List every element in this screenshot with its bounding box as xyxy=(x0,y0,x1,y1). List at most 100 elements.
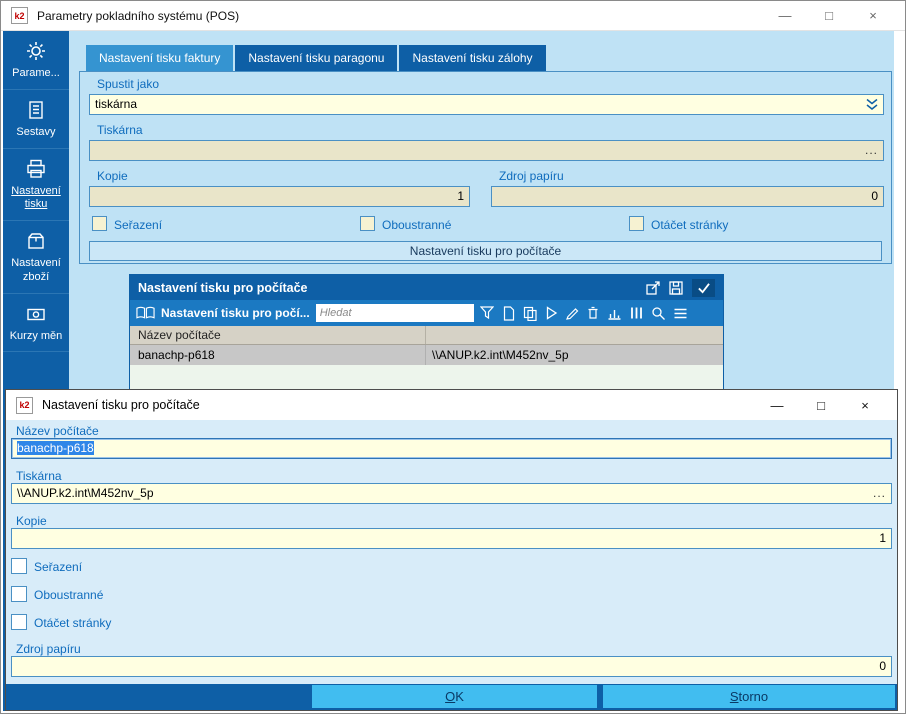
computers-settings-button[interactable]: Nastavení tisku pro počítače xyxy=(89,241,882,261)
print-tabs: Nastavení tisku faktury Nastavení tisku … xyxy=(86,45,546,71)
dialog-tiskarna-label: Tiskárna xyxy=(16,469,62,483)
computers-panel-titlebar: Nastavení tisku pro počítače xyxy=(130,275,723,300)
dialog-close-icon[interactable]: × xyxy=(843,398,887,413)
confirm-icon[interactable] xyxy=(692,278,715,297)
zdroj-papiru-input[interactable]: 0 xyxy=(491,186,884,207)
spustit-jako-input[interactable]: tiskárna xyxy=(89,94,884,115)
window-titlebar: k2 Parametry pokladního systému (POS) — … xyxy=(1,1,905,31)
dialog-tiskarna-value: \\ANUP.k2.int\M452nv_5p xyxy=(17,486,154,500)
save-icon[interactable] xyxy=(669,280,683,295)
spustit-jako-value: tiskárna xyxy=(95,97,138,111)
serazeni-checkbox[interactable] xyxy=(92,216,107,231)
tab-nastaveni-tisku-paragonu[interactable]: Nastavení tisku paragonu xyxy=(235,45,398,71)
print-settings-form: Spustit jako tiskárna Tiskárna ... Kopie… xyxy=(79,71,892,264)
dialog-minimize-icon[interactable]: — xyxy=(755,398,799,413)
chevron-down-icon[interactable] xyxy=(865,98,879,117)
window-controls: — □ × xyxy=(763,8,895,23)
dialog-serazeni-label: Seřazení xyxy=(34,560,83,574)
dialog-oboustranne-checkbox[interactable] xyxy=(11,586,27,602)
dialog-icon-text: k2 xyxy=(19,400,30,410)
toolbar-actions xyxy=(502,305,688,321)
table-row[interactable]: banachp-p618 \\ANUP.k2.int\M452nv_5p xyxy=(130,345,723,365)
menu-icon[interactable] xyxy=(673,307,688,320)
kopie-label: Kopie xyxy=(97,169,128,183)
dialog-zdroj-label: Zdroj papíru xyxy=(16,642,81,656)
popup-icon[interactable] xyxy=(646,280,660,295)
sidebar-item-label: Kurzy měn xyxy=(9,329,63,342)
dialog-button-bar: OK Storno xyxy=(6,684,897,710)
dialog-controls: — □ × xyxy=(755,398,887,413)
panel-title-icons xyxy=(646,278,715,297)
currency-icon xyxy=(25,303,47,325)
dialog-oboustranne-label: Oboustranné xyxy=(34,588,104,602)
dialog-serazeni-checkbox[interactable] xyxy=(11,558,27,574)
nazev-pocitace-label: Název počítače xyxy=(16,424,99,438)
sidebar-item-label: Sestavy xyxy=(16,125,56,138)
tiskarna-input[interactable]: ... xyxy=(89,140,884,161)
storno-button[interactable]: Storno xyxy=(603,685,895,708)
grid-header-computer[interactable]: Název počítače xyxy=(130,326,426,344)
tab-nastaveni-tisku-faktury[interactable]: Nastavení tisku faktury xyxy=(86,45,234,71)
sidebar-item-kurzy-men[interactable]: Kurzy měn xyxy=(3,294,69,353)
maximize-icon[interactable]: □ xyxy=(807,8,851,23)
otacet-stranky-label: Otáčet stránky xyxy=(651,218,729,232)
browse-button[interactable]: ... xyxy=(865,141,878,160)
computers-panel-toolbar: Nastavení tisku pro počí... xyxy=(130,300,723,326)
copy-icon[interactable] xyxy=(523,306,538,321)
oboustranne-label: Oboustranné xyxy=(382,218,452,232)
tiskarna-label: Tiskárna xyxy=(97,123,143,137)
app-icon: k2 xyxy=(11,7,28,24)
sidebar-item-sestavy[interactable]: Sestavy xyxy=(3,90,69,149)
book-icon xyxy=(136,306,155,320)
oboustranne-checkbox[interactable] xyxy=(360,216,375,231)
columns-icon[interactable] xyxy=(629,306,644,320)
close-icon[interactable]: × xyxy=(851,8,895,23)
sidebar-item-label: Nastavení zboží xyxy=(11,257,61,283)
dialog-kopie-input[interactable]: 1 xyxy=(11,528,892,549)
delete-icon[interactable] xyxy=(586,306,600,320)
dialog-zdroj-input[interactable]: 0 xyxy=(11,656,892,677)
edit-icon[interactable] xyxy=(565,306,579,320)
chart-icon[interactable] xyxy=(607,306,622,320)
dialog-kopie-label: Kopie xyxy=(16,514,47,528)
computers-panel-title: Nastavení tisku pro počítače xyxy=(138,280,308,295)
zdroj-papiru-label: Zdroj papíru xyxy=(499,169,564,183)
ok-button[interactable]: OK xyxy=(312,685,597,708)
sidebar-item-nastaveni-zbozi[interactable]: Nastavení zboží xyxy=(3,221,69,294)
app-icon-text: k2 xyxy=(14,10,25,21)
reports-icon xyxy=(25,99,47,121)
dialog-otacet-stranky-label: Otáčet stránky xyxy=(34,616,112,630)
dialog-icon: k2 xyxy=(16,396,33,414)
goods-icon xyxy=(25,230,47,252)
sidebar-item-label: Parame... xyxy=(12,67,60,79)
minimize-icon[interactable]: — xyxy=(763,8,807,23)
kopie-input[interactable]: 1 xyxy=(89,186,470,207)
serazeni-label: Seřazení xyxy=(114,218,163,232)
app-window: k2 Parametry pokladního systému (POS) — … xyxy=(0,0,906,714)
dialog-tiskarna-input[interactable]: \\ANUP.k2.int\M452nv_5p ... xyxy=(11,483,892,504)
dialog-browse-button[interactable]: ... xyxy=(873,484,886,503)
grid-header: Název počítače xyxy=(130,326,723,345)
tab-nastaveni-tisku-zalohy[interactable]: Nastavení tisku zálohy xyxy=(399,45,546,71)
otacet-stranky-checkbox[interactable] xyxy=(629,216,644,231)
window-title: Parametry pokladního systému (POS) xyxy=(37,8,240,23)
filter-icon[interactable] xyxy=(479,306,494,320)
sidebar-item-parametry[interactable]: Parame... xyxy=(3,31,69,90)
cell-computer: banachp-p618 xyxy=(130,345,426,365)
printer-icon xyxy=(25,158,47,180)
search-settings-icon[interactable] xyxy=(651,306,666,321)
dialog-maximize-icon[interactable]: □ xyxy=(799,398,843,413)
dialog-title: Nastavení tisku pro počítače xyxy=(42,398,200,412)
computer-print-dialog: k2 Nastavení tisku pro počítače — □ × Ná… xyxy=(5,389,898,711)
nazev-pocitace-input[interactable]: banachp-p618 xyxy=(11,438,892,459)
cell-printer: \\ANUP.k2.int\M452nv_5p xyxy=(432,348,569,362)
run-icon[interactable] xyxy=(545,306,558,320)
nazev-pocitace-value: banachp-p618 xyxy=(17,441,94,455)
sidebar-item-nastaveni-tisku[interactable]: Nastavení tisku xyxy=(3,149,69,221)
dialog-body: Název počítače banachp-p618 Tiskárna \\A… xyxy=(6,420,897,710)
gear-icon xyxy=(25,40,47,62)
new-record-icon[interactable] xyxy=(502,305,516,321)
panel-toolbar-caption: Nastavení tisku pro počí... xyxy=(161,306,310,320)
dialog-otacet-stranky-checkbox[interactable] xyxy=(11,614,27,630)
search-input[interactable] xyxy=(315,304,474,322)
